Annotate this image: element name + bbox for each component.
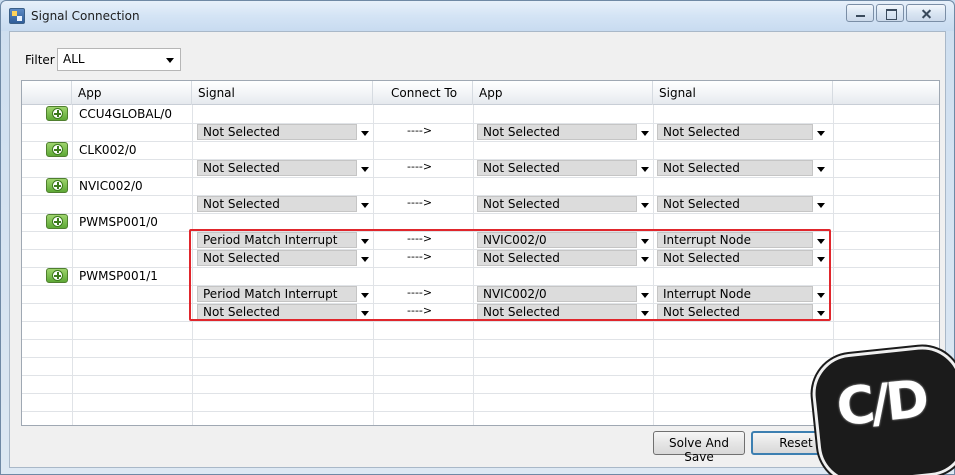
chevron-down-icon [641, 131, 649, 136]
signal-dropdown[interactable]: Not Selected [197, 160, 369, 176]
watermark-text: C/D [833, 369, 929, 439]
app-row: CLK002/0 [22, 141, 939, 159]
add-connection-button[interactable] [46, 106, 68, 121]
close-button[interactable] [906, 4, 946, 22]
plus-icon [52, 180, 63, 191]
target-signal-value: Not Selected [663, 161, 740, 175]
chevron-down-icon [361, 203, 369, 208]
target-signal-dropdown[interactable]: Not Selected [657, 124, 825, 140]
signal-value: Not Selected [203, 197, 280, 211]
title-bar[interactable]: Signal Connection [1, 1, 954, 31]
add-connection-button[interactable] [46, 214, 68, 229]
signal-value: Not Selected [203, 125, 280, 139]
connection-row: Not Selected ----> Not Selected Not Sele… [22, 159, 939, 177]
chevron-down-icon [166, 58, 174, 63]
dialog-body: Filter ALL App Signal Connect To App Sig… [9, 31, 946, 468]
filter-dropdown[interactable]: ALL [57, 48, 181, 71]
app-name: NVIC002/0 [79, 179, 143, 193]
app-name: CCU4GLOBAL/0 [79, 107, 172, 121]
add-connection-button[interactable] [46, 178, 68, 193]
chevron-down-icon [641, 167, 649, 172]
chevron-down-icon [817, 203, 825, 208]
add-connection-button[interactable] [46, 142, 68, 157]
window-controls [846, 4, 946, 22]
grid-header: App Signal Connect To App Signal [22, 81, 939, 105]
header-blank [22, 81, 72, 105]
target-app-value: Not Selected [483, 125, 560, 139]
connect-arrow: ----> [407, 196, 433, 209]
target-app-dropdown[interactable]: Not Selected [477, 196, 649, 212]
chevron-down-icon [641, 203, 649, 208]
target-signal-value: Not Selected [663, 125, 740, 139]
connection-row: Not Selected ----> Not Selected Not Sele… [22, 123, 939, 141]
filter-label: Filter [25, 53, 55, 67]
header-extra [833, 81, 939, 105]
header-target-signal[interactable]: Signal [653, 81, 833, 105]
filter-value: ALL [63, 52, 85, 66]
signal-connection-window: Signal Connection Filter ALL App Signal … [0, 0, 955, 475]
plus-icon [52, 108, 63, 119]
target-app-value: Not Selected [483, 197, 560, 211]
target-app-value: Not Selected [483, 161, 560, 175]
connection-row: Not Selected ----> Not Selected Not Sele… [22, 195, 939, 213]
app-row: CCU4GLOBAL/0 [22, 105, 939, 123]
chevron-down-icon [817, 131, 825, 136]
plus-icon [52, 216, 63, 227]
app-icon [9, 8, 25, 24]
app-name: PWMSP001/1 [79, 269, 158, 283]
app-name: PWMSP001/0 [79, 215, 158, 229]
target-app-dropdown[interactable]: Not Selected [477, 124, 649, 140]
grid-hline [22, 411, 939, 412]
window-title: Signal Connection [31, 9, 140, 23]
app-row: NVIC002/0 [22, 177, 939, 195]
target-app-dropdown[interactable]: Not Selected [477, 160, 649, 176]
grid-hline [22, 375, 939, 376]
target-signal-dropdown[interactable]: Not Selected [657, 160, 825, 176]
highlight-box [189, 229, 831, 321]
grid-hline [22, 393, 939, 394]
add-connection-button[interactable] [46, 268, 68, 283]
header-app[interactable]: App [72, 81, 192, 105]
target-signal-dropdown[interactable]: Not Selected [657, 196, 825, 212]
plus-icon [52, 144, 63, 155]
grid-hline [22, 339, 939, 340]
chevron-down-icon [361, 167, 369, 172]
maximize-button[interactable] [876, 4, 904, 22]
solve-and-save-button[interactable]: Solve And Save [653, 431, 745, 464]
connect-arrow: ----> [407, 160, 433, 173]
app-name: CLK002/0 [79, 143, 137, 157]
grid-body: CCU4GLOBAL/0 Not Selected ----> Not Sele… [22, 105, 939, 425]
chevron-down-icon [817, 167, 825, 172]
header-signal[interactable]: Signal [192, 81, 373, 105]
watermark-logo: C/D [808, 342, 955, 475]
signal-grid: App Signal Connect To App Signal CCU4GLO… [21, 80, 940, 426]
grid-hline [22, 357, 939, 358]
connect-arrow: ----> [407, 124, 433, 137]
target-signal-value: Not Selected [663, 197, 740, 211]
plus-icon [52, 270, 63, 281]
header-connect-to[interactable]: Connect To [373, 81, 473, 105]
header-target-app[interactable]: App [473, 81, 653, 105]
grid-hline [22, 321, 939, 322]
chevron-down-icon [361, 131, 369, 136]
signal-dropdown[interactable]: Not Selected [197, 124, 369, 140]
signal-dropdown[interactable]: Not Selected [197, 196, 369, 212]
minimize-button[interactable] [846, 4, 874, 22]
signal-value: Not Selected [203, 161, 280, 175]
